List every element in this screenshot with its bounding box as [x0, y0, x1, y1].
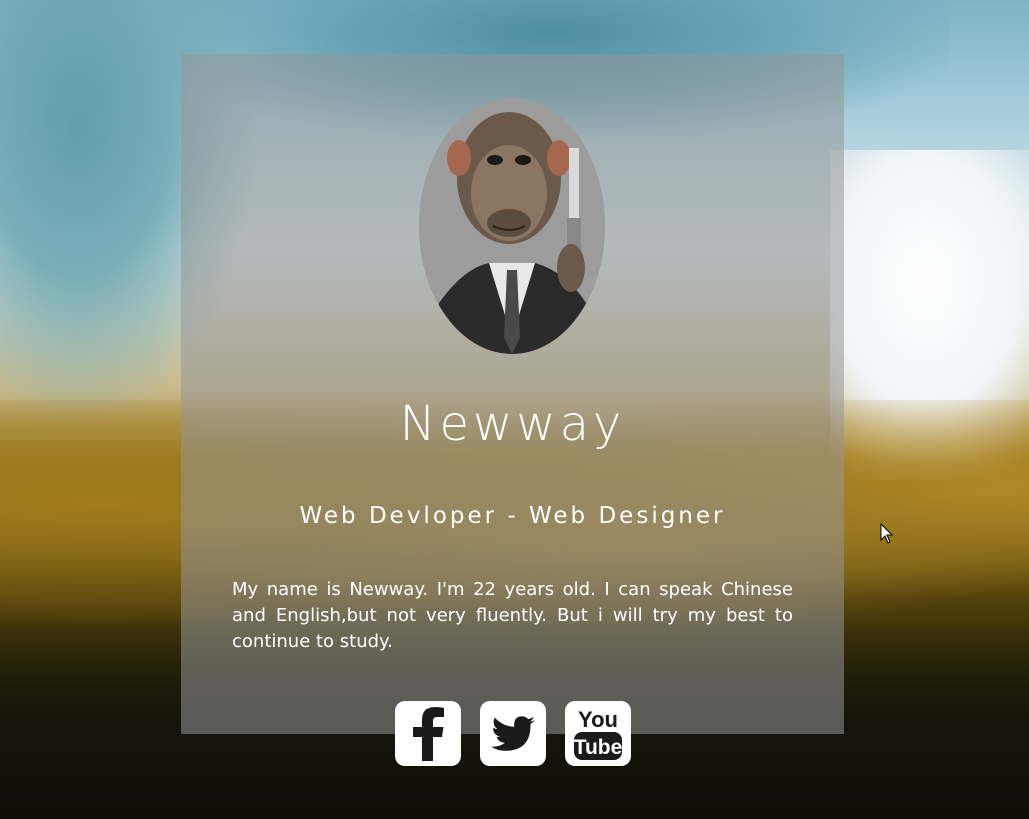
- profile-name: Newway: [399, 396, 626, 452]
- facebook-button[interactable]: [395, 701, 461, 766]
- profile-bio: My name is Newway. I'm 22 years old. I c…: [232, 579, 793, 652]
- profile-avatar: [419, 98, 605, 354]
- monkey-in-suit-image: [419, 98, 605, 354]
- profile-role: Web Devloper - Web Designer: [299, 503, 726, 529]
- youtube-icon-text-bottom: Tube: [574, 736, 623, 759]
- mouse-cursor-icon: [880, 523, 894, 544]
- facebook-icon: [413, 706, 444, 761]
- twitter-icon: [491, 715, 535, 751]
- twitter-button[interactable]: [480, 701, 546, 766]
- youtube-icon: You Tube: [574, 707, 623, 760]
- youtube-icon-text-top: You: [578, 707, 618, 732]
- youtube-button[interactable]: You Tube: [565, 701, 631, 766]
